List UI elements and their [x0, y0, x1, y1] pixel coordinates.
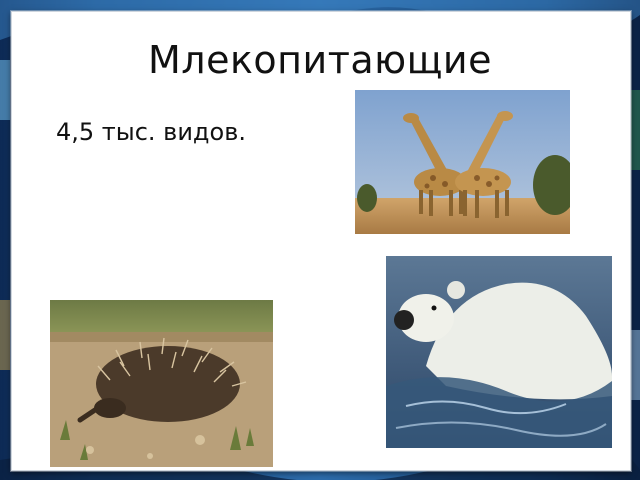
slide-title: Млекопитающие [148, 38, 492, 82]
polar-bear-photo [386, 256, 612, 448]
giraffes-photo [355, 90, 570, 234]
echidna-photo [50, 300, 273, 467]
slide-bullet-text: 4,5 тыс. видов. [56, 118, 246, 146]
